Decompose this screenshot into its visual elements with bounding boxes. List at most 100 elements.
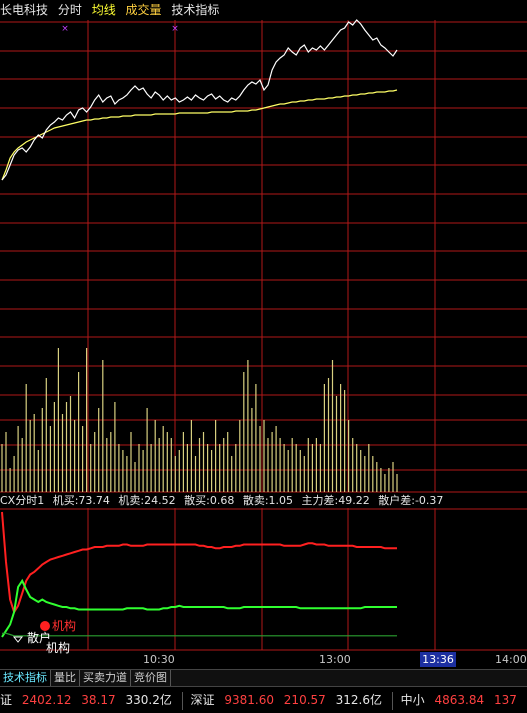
volume-bar	[25, 384, 27, 492]
volume-bar	[102, 360, 104, 492]
volume-bar	[29, 420, 31, 492]
tab-auction-chart[interactable]: 竞价图	[131, 670, 171, 686]
volume-bar	[352, 438, 354, 492]
avg-line-label[interactable]: 均线	[92, 3, 116, 17]
volume-bar	[146, 408, 148, 492]
volume-bar	[372, 456, 374, 492]
volume-bar	[158, 438, 160, 492]
volume-bar	[271, 432, 273, 492]
volume-bar	[307, 438, 309, 492]
indicator-label[interactable]: 技术指标	[171, 3, 219, 17]
volume-bar	[5, 432, 7, 492]
volume-bar	[227, 432, 229, 492]
institution-annotation: 机构	[52, 619, 77, 633]
tab-volume-ratio[interactable]: 量比	[51, 670, 80, 686]
volume-bar	[134, 462, 136, 492]
volume-bar	[364, 456, 366, 492]
volume-bar	[287, 450, 289, 492]
volume-bar	[243, 372, 245, 492]
volume-bar	[327, 378, 330, 492]
volume-bar	[360, 450, 362, 492]
volume-bar	[82, 426, 84, 492]
volume-bar	[150, 444, 152, 492]
volume-bar	[126, 456, 128, 492]
ticker-zx-change: 137	[493, 693, 517, 707]
indicator-value: 机买:73.74	[52, 494, 110, 507]
volume-bar	[231, 456, 233, 492]
volume-bar	[90, 444, 92, 492]
index-ticker: 证 2402.12 38.17 330.2亿 深证 9381.60 210.57…	[0, 686, 527, 713]
session-markers: × ×	[61, 24, 179, 34]
volume-bar	[9, 468, 11, 492]
volume-bar	[331, 360, 334, 492]
volume-bar	[122, 450, 124, 492]
volume-bar	[384, 474, 386, 492]
volume-bar	[275, 426, 277, 492]
volume-bar	[65, 402, 68, 492]
volume-bar	[98, 408, 100, 492]
ticker-sh-amount: 330.2亿	[125, 693, 172, 707]
volume-bar	[356, 444, 358, 492]
intraday-chart-canvas[interactable]: × ×	[0, 0, 527, 712]
volume-bar	[215, 420, 217, 492]
ticker-sz-amount: 312.6亿	[335, 693, 382, 707]
volume-bar	[138, 444, 140, 492]
volume-bar	[340, 384, 342, 492]
volume-bar	[142, 450, 144, 492]
volume-bar	[348, 420, 350, 492]
volume-bar	[299, 450, 301, 492]
indicator-value: 散卖:1.05	[242, 494, 294, 507]
volume-bar	[170, 438, 172, 492]
volume-bar	[219, 444, 221, 492]
volume-bar	[211, 450, 213, 492]
volume-bar	[392, 462, 394, 492]
volume-bar	[202, 432, 205, 492]
ticker-zx-index: 4863.84	[434, 693, 485, 707]
volume-bar	[106, 438, 108, 492]
volume-label[interactable]: 成交量	[126, 3, 162, 17]
volume-bar	[86, 348, 88, 492]
volume-bar	[174, 456, 176, 492]
indicator-value: 散买:0.68	[184, 494, 235, 507]
price-line	[1, 19, 398, 181]
ticker-sz-index: 9381.60	[224, 693, 274, 707]
volume-bar	[380, 468, 382, 492]
volume-bar	[388, 468, 390, 492]
volume-bar	[162, 426, 164, 492]
institution-line	[1, 511, 397, 615]
volume-bar	[166, 432, 168, 492]
volume-bar	[247, 360, 249, 492]
ticker-zx-name[interactable]: 中小	[401, 693, 425, 707]
institution-marker-icon	[40, 621, 50, 631]
volume-bar	[53, 402, 55, 492]
chart-header: 长电科技 分时 均线 成交量 技术指标	[0, 0, 527, 20]
ticker-sz-name[interactable]: 深证	[191, 693, 215, 707]
volume-bar	[344, 390, 346, 492]
volume-bar	[154, 420, 156, 492]
volume-bar	[74, 420, 76, 492]
volume-bar	[21, 438, 23, 492]
volume-bar	[263, 420, 265, 492]
average-price-line	[1, 89, 398, 181]
ticker-sh-name[interactable]: 证	[0, 693, 12, 707]
stock-name[interactable]: 长电科技	[0, 3, 48, 17]
mode-label[interactable]: 分时	[58, 3, 82, 17]
volume-bar	[323, 384, 325, 492]
volume-bar	[303, 456, 305, 492]
ticker-sh-change: 38.17	[81, 693, 116, 707]
session-marker-icon: ×	[61, 24, 69, 34]
volume-bar	[49, 426, 51, 492]
volume-bar	[319, 444, 321, 492]
volume-bar	[291, 438, 293, 492]
volume-bar	[198, 438, 201, 492]
retail-diff-line	[2, 632, 397, 637]
volume-bar	[283, 444, 285, 492]
indicator-title[interactable]: CX分时1	[0, 494, 44, 507]
tab-technical-indicator[interactable]: 技术指标	[0, 670, 51, 686]
session-marker-icon: ×	[171, 24, 179, 34]
tab-buy-sell-power[interactable]: 买卖力道	[80, 670, 131, 686]
time-label-1300: 13:00	[319, 653, 351, 666]
volume-bar	[78, 372, 80, 492]
volume-bar	[376, 462, 378, 492]
volume-bar	[182, 432, 184, 492]
